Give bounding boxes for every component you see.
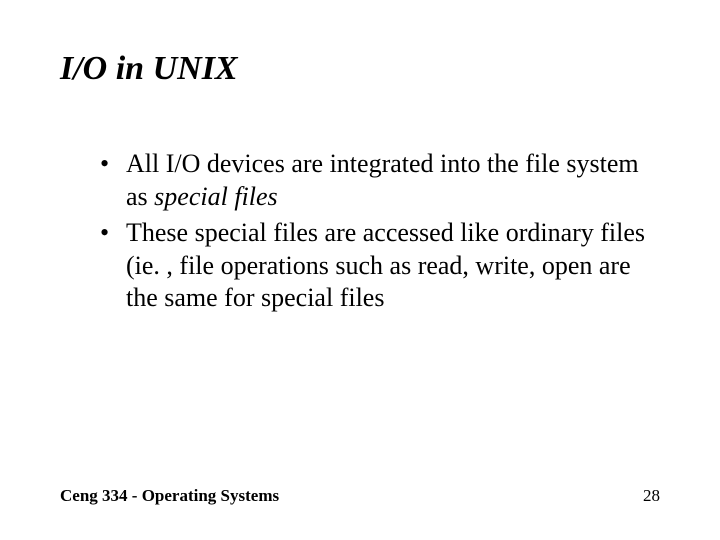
slide-title: I/O in UNIX bbox=[60, 50, 660, 88]
bullet-text-pre: These special files are accessed like or… bbox=[126, 218, 645, 312]
footer-page-number: 28 bbox=[643, 486, 660, 506]
bullet-text-em: special files bbox=[154, 182, 277, 211]
slide-container: I/O in UNIX All I/O devices are integrat… bbox=[0, 0, 720, 540]
bullet-item: All I/O devices are integrated into the … bbox=[100, 148, 660, 213]
bullet-item: These special files are accessed like or… bbox=[100, 217, 660, 315]
slide-footer: Ceng 334 - Operating Systems 28 bbox=[60, 486, 660, 506]
footer-course: Ceng 334 - Operating Systems bbox=[60, 486, 279, 506]
slide-content: All I/O devices are integrated into the … bbox=[60, 148, 660, 315]
